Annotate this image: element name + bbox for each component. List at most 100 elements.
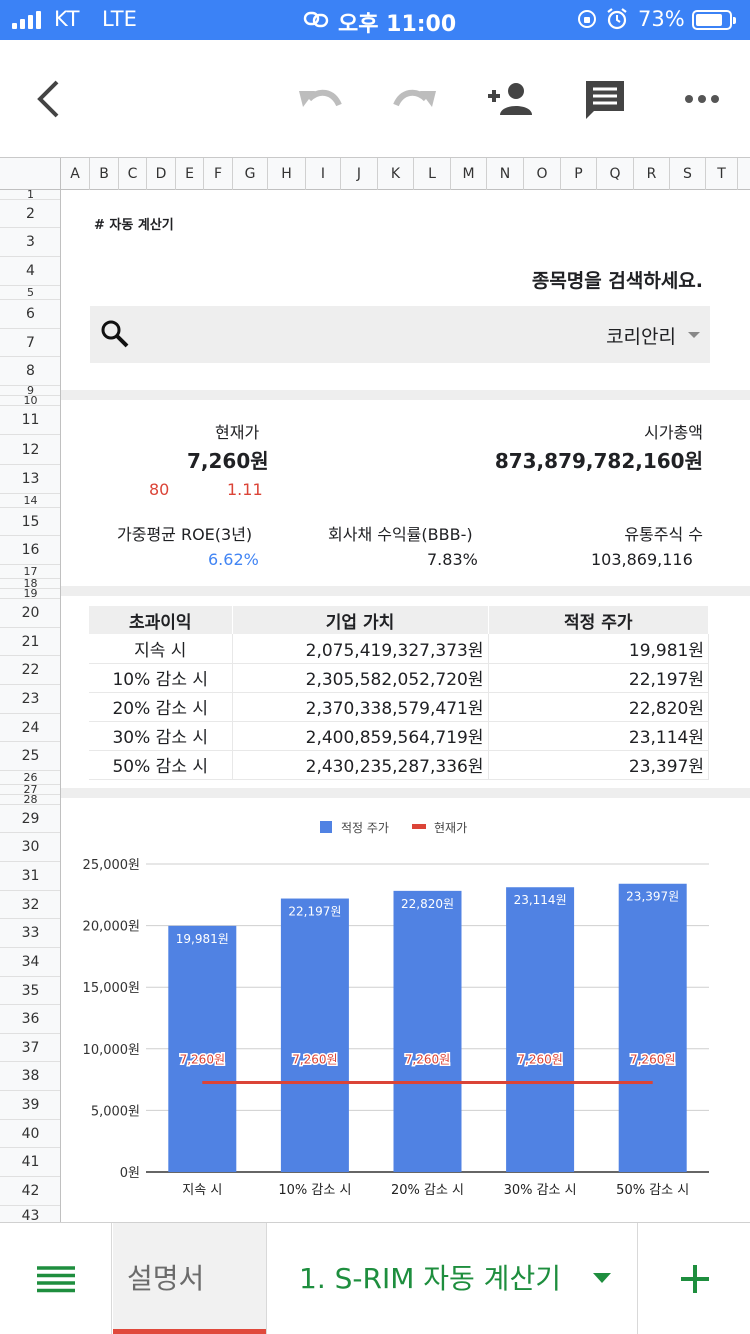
network-label: LTE <box>102 7 137 31</box>
table-cell[interactable]: 지속 시 <box>89 634 233 664</box>
dropdown-arrow-icon[interactable] <box>688 332 700 338</box>
table-cell[interactable]: 2,305,582,052,720원 <box>232 663 489 693</box>
roe-value: 6.62% <box>208 550 259 569</box>
row-header-cell[interactable]: 24 <box>0 714 60 742</box>
row-header-cell[interactable]: 30 <box>0 833 60 862</box>
column-header-cell[interactable]: H <box>268 158 306 190</box>
table-cell[interactable]: 2,400,859,564,719원 <box>232 721 489 751</box>
table-cell[interactable]: 10% 감소 시 <box>89 663 233 693</box>
column-header-cell[interactable]: G <box>233 158 268 190</box>
table-cell[interactable]: 23,397원 <box>488 750 709 780</box>
column-header-cell[interactable]: R <box>634 158 670 190</box>
legend-swatch-fair-price <box>320 821 332 833</box>
row-header-cell[interactable]: 41 <box>0 1148 60 1177</box>
back-button[interactable] <box>18 40 78 158</box>
table-cell[interactable]: 22,820원 <box>488 692 709 722</box>
fair-value-chart[interactable]: 적정 주가 현재가 0원 5,000원 10,000원 15,000원 20,000원 25,… <box>61 802 750 1222</box>
row-header-cell[interactable]: 5 <box>0 286 60 300</box>
row-header-cell[interactable]: 35 <box>0 977 60 1005</box>
tab-color-indicator <box>113 1329 266 1334</box>
select-all-corner[interactable] <box>0 158 61 190</box>
row-header-cell[interactable]: 16 <box>0 536 60 565</box>
column-header-cell[interactable]: L <box>414 158 451 190</box>
row-header-cell[interactable]: 13 <box>0 465 60 494</box>
row-header-cell[interactable]: 25 <box>0 742 60 771</box>
row-header-cell[interactable]: 43 <box>0 1206 60 1222</box>
table-cell[interactable]: 30% 감소 시 <box>89 721 233 751</box>
plus-icon <box>680 1265 709 1293</box>
row-header-cell[interactable]: 38 <box>0 1062 60 1091</box>
table-cell[interactable]: 2,430,235,287,336원 <box>232 750 489 780</box>
current-price-value: 7,260원 <box>187 449 269 473</box>
table-cell[interactable]: 50% 감소 시 <box>89 750 233 780</box>
add-person-button[interactable] <box>480 40 540 158</box>
stock-search-box[interactable]: 코리안리 <box>90 306 710 363</box>
row-header-cell[interactable]: 3 <box>0 228 60 257</box>
column-header-cell[interactable]: Q <box>597 158 634 190</box>
comment-button[interactable] <box>575 40 635 158</box>
column-header-cell[interactable]: F <box>204 158 233 190</box>
row-header-cell[interactable]: 28 <box>0 794 60 805</box>
row-header-cell[interactable]: 40 <box>0 1120 60 1148</box>
column-header-cell[interactable]: P <box>561 158 597 190</box>
row-header: 1 2 3 4 5 6 7 8 9 10 11 12 13 14 15 16 17 18 19 20 21 22 23 24 2… <box>0 190 61 1222</box>
table-cell[interactable]: 20% 감소 시 <box>89 692 233 722</box>
row-header-cell[interactable]: 39 <box>0 1091 60 1120</box>
column-header-cell[interactable]: D <box>147 158 176 190</box>
more-button[interactable] <box>672 40 732 158</box>
column-header-cell[interactable]: J <box>341 158 378 190</box>
row-header-cell[interactable]: 10 <box>0 395 60 406</box>
row-header-cell[interactable]: 37 <box>0 1034 60 1062</box>
table-cell[interactable]: 2,370,338,579,471원 <box>232 692 489 722</box>
row-header-cell[interactable]: 34 <box>0 948 60 977</box>
column-header-cell[interactable]: A <box>61 158 90 190</box>
column-header-cell[interactable]: S <box>670 158 706 190</box>
row-header-cell[interactable]: 19 <box>0 588 60 599</box>
all-sheets-button[interactable] <box>0 1223 112 1334</box>
row-header-cell[interactable]: 31 <box>0 862 60 891</box>
redo-button[interactable] <box>385 40 445 158</box>
column-header-cell[interactable]: I <box>306 158 341 190</box>
row-header-cell[interactable]: 11 <box>0 406 60 435</box>
fair-value-table: 초과이익 기업 가치 적정 주가 지속 시 2,075,419,327,373원… <box>89 606 709 780</box>
column-header-cell[interactable]: C <box>119 158 147 190</box>
row-header-cell[interactable]: 42 <box>0 1177 60 1206</box>
column-header-cell[interactable]: K <box>378 158 414 190</box>
row-header-cell[interactable]: 6 <box>0 300 60 329</box>
column-header-cell[interactable]: E <box>176 158 204 190</box>
row-header-cell[interactable]: 21 <box>0 628 60 656</box>
table-cell[interactable]: 23,114원 <box>488 721 709 751</box>
row-header-cell[interactable]: 32 <box>0 891 60 919</box>
column-header-cell[interactable]: T <box>706 158 738 190</box>
tab-manual[interactable]: 설명서 <box>113 1223 266 1334</box>
row-header-cell[interactable]: 12 <box>0 435 60 465</box>
bar-data-label: 22,197원 <box>288 905 341 919</box>
column-header-cell[interactable]: N <box>487 158 524 190</box>
line-data-label: 7,260원 <box>517 1053 562 1067</box>
tab-menu-caret-icon[interactable] <box>593 1273 611 1283</box>
sheet-tab-bar: 설명서 1. S-RIM 자동 계산기 <box>0 1222 750 1334</box>
row-header-cell[interactable]: 15 <box>0 508 60 536</box>
column-header-cell[interactable]: M <box>451 158 487 190</box>
row-header-cell[interactable]: 29 <box>0 805 60 833</box>
row-header-cell[interactable]: 20 <box>0 599 60 628</box>
row-header-cell[interactable]: 36 <box>0 1005 60 1034</box>
tab-srim-calculator[interactable]: 1. S-RIM 자동 계산기 <box>266 1223 638 1334</box>
table-cell[interactable]: 19,981원 <box>488 634 709 664</box>
chart-bar <box>506 887 575 1172</box>
add-sheet-button[interactable] <box>639 1223 750 1334</box>
row-header-cell[interactable]: 4 <box>0 257 60 286</box>
row-header-cell[interactable]: 2 <box>0 200 60 228</box>
row-header-cell[interactable]: 22 <box>0 656 60 685</box>
row-header-cell[interactable]: 23 <box>0 685 60 714</box>
undo-button[interactable] <box>290 40 350 158</box>
row-header-cell[interactable]: 8 <box>0 357 60 386</box>
row-header-cell[interactable]: 14 <box>0 494 60 508</box>
column-header-cell[interactable]: B <box>90 158 119 190</box>
table-cell[interactable]: 22,197원 <box>488 663 709 693</box>
row-header-cell[interactable]: 1 <box>0 190 60 200</box>
column-header-cell[interactable]: O <box>524 158 561 190</box>
row-header-cell[interactable]: 33 <box>0 919 60 948</box>
table-cell[interactable]: 2,075,419,327,373원 <box>232 634 489 664</box>
row-header-cell[interactable]: 7 <box>0 329 60 357</box>
